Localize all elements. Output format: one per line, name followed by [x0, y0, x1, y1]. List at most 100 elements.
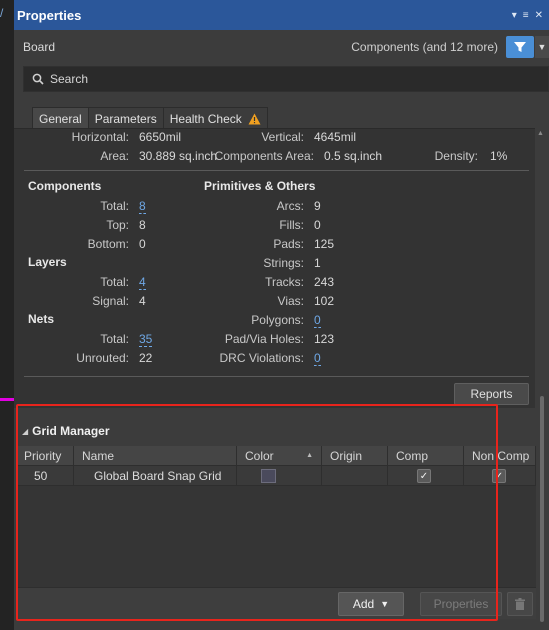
nets-unrouted-label: Unrouted: [76, 351, 129, 365]
tab-label: General [39, 111, 82, 126]
board-row: Board Components (and 12 more) ▼ [14, 30, 549, 64]
delete-button[interactable] [507, 592, 533, 616]
table-row[interactable]: 50 Global Board Snap Grid ✓ ✓ [16, 466, 536, 486]
layers-total-label: Total: [100, 275, 129, 289]
divider [24, 170, 529, 171]
primitive-label: DRC Violations: [219, 351, 304, 365]
nets-unrouted-value: 22 [139, 351, 153, 365]
components-bottom-label: Bottom: [87, 237, 129, 251]
primitive-label: Polygons: [251, 313, 304, 327]
warning-icon [248, 113, 261, 124]
column-comp[interactable]: Comp [388, 446, 464, 466]
polygons-link[interactable]: 0 [314, 314, 321, 328]
panel-scrollbar-thumb[interactable] [540, 396, 544, 622]
search-input[interactable] [50, 72, 350, 86]
components-bottom-value: 0 [139, 237, 146, 251]
scroll-up-icon[interactable]: ▲ [537, 130, 544, 137]
primitive-label: Arcs: [276, 199, 304, 213]
primitive-value: 123 [314, 332, 335, 346]
filter-group: Components (and 12 more) ▼ [351, 36, 549, 58]
components-header: Components [28, 179, 102, 193]
chevron-down-icon[interactable]: ▼ [535, 36, 549, 58]
grid-table-header: Priority Name Color ▲ Origin Comp Non Co… [16, 446, 536, 466]
grid-manager-title: Grid Manager [32, 424, 110, 438]
vertical-value: 4645mil [314, 130, 357, 144]
search-box[interactable] [23, 66, 549, 92]
primitive-value: 1 [314, 256, 321, 270]
collapse-icon[interactable]: ◢ [22, 427, 28, 436]
color-cell [237, 466, 322, 486]
edge-glyph: / [0, 6, 4, 20]
tab-parameters[interactable]: Parameters [87, 107, 164, 129]
tab-general[interactable]: General [32, 107, 89, 129]
column-priority[interactable]: Priority [16, 446, 74, 466]
properties-panel: Properties ▾ ≡ ✕ Board Components (and 1… [14, 0, 549, 630]
sort-ascending-icon: ▲ [306, 452, 313, 459]
primitive-value: 9 [314, 199, 321, 213]
pin-icon[interactable]: ≡ [523, 10, 529, 21]
grid-manager-header[interactable]: ◢ Grid Manager [22, 424, 110, 438]
vertical-label: Vertical: [261, 130, 304, 144]
panel-title-bar[interactable]: Properties ▾ ≡ ✕ [14, 0, 549, 30]
window-controls: ▾ ≡ ✕ [512, 10, 543, 21]
drc-violations-link[interactable]: 0 [314, 352, 321, 366]
primitive-label: Tracks: [265, 275, 304, 289]
tab-bar: General Parameters Health Check [32, 107, 268, 129]
grid-table: Priority Name Color ▲ Origin Comp Non Co… [16, 446, 536, 606]
primitive-value: 102 [314, 294, 335, 308]
primitives-header: Primitives & Others [204, 179, 316, 193]
density-label: Density: [434, 149, 478, 163]
column-origin[interactable]: Origin [322, 446, 388, 466]
dropdown-icon[interactable]: ▾ [512, 10, 517, 21]
filter-icon [514, 42, 526, 52]
column-non-comp[interactable]: Non Comp [464, 446, 536, 466]
components-area-value: 0.5 sq.inch [324, 149, 383, 163]
primitive-value: 125 [314, 237, 335, 251]
left-edge-strip: / [0, 0, 14, 630]
comp-checkbox[interactable]: ✓ [417, 469, 431, 483]
board-statistics: Horizontal: 6650mil Vertical: 4645mil Ar… [14, 128, 535, 408]
primitive-value: 0 [314, 218, 321, 232]
horizontal-value: 6650mil [139, 130, 182, 144]
grid-table-footer: Add ▼ Properties [16, 587, 536, 619]
chevron-down-icon: ▼ [380, 599, 390, 609]
filter-button[interactable] [506, 36, 534, 58]
tab-health-check[interactable]: Health Check [162, 107, 268, 129]
components-total-link[interactable]: 8 [139, 200, 146, 214]
primitive-label: Pad/Via Holes: [224, 332, 304, 346]
column-name[interactable]: Name [74, 446, 237, 466]
components-top-value: 8 [139, 218, 146, 232]
color-swatch[interactable] [261, 469, 276, 483]
edge-marker [0, 398, 14, 401]
primitive-label: Fills: [279, 218, 304, 232]
components-area-label: Components Area: [214, 149, 314, 163]
nets-header: Nets [28, 312, 55, 326]
divider [24, 376, 529, 377]
column-color-label: Color [245, 449, 274, 463]
horizontal-label: Horizontal: [71, 130, 129, 144]
properties-button[interactable]: Properties [420, 592, 502, 616]
tab-label: Health Check [169, 111, 242, 126]
add-label: Add [352, 597, 375, 611]
area-label: Area: [100, 149, 129, 163]
add-button[interactable]: Add ▼ [338, 592, 404, 616]
primitive-label: Pads: [273, 237, 304, 251]
primitive-label: Vias: [277, 294, 304, 308]
components-total-label: Total: [100, 199, 129, 213]
area-value: 30.889 sq.inch [139, 149, 218, 163]
close-icon[interactable]: ✕ [535, 10, 543, 21]
column-color[interactable]: Color ▲ [237, 446, 322, 466]
board-label: Board [23, 40, 56, 54]
reports-button[interactable]: Reports [454, 383, 529, 405]
nets-total-link[interactable]: 35 [139, 333, 153, 347]
filter-summary[interactable]: Components (and 12 more) [351, 40, 498, 54]
search-icon [32, 73, 44, 85]
tab-label: Parameters [94, 111, 157, 126]
origin-cell [322, 466, 388, 486]
name-cell: Global Board Snap Grid [74, 466, 237, 486]
non-comp-checkbox[interactable]: ✓ [492, 469, 506, 483]
stats-scrollbar[interactable]: ▲ [537, 130, 545, 410]
layers-total-link[interactable]: 4 [139, 276, 146, 290]
primitive-label: Strings: [263, 256, 304, 270]
trash-icon [515, 598, 525, 610]
